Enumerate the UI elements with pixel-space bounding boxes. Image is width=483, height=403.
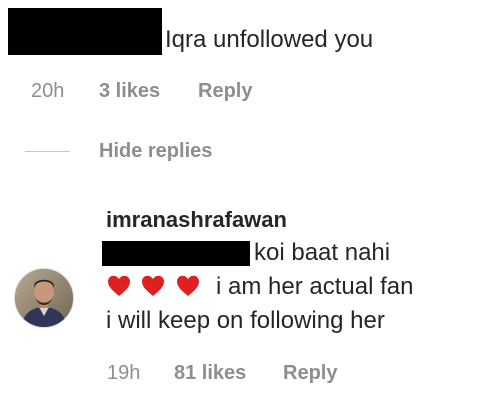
hide-replies-button[interactable]: Hide replies [99, 139, 212, 163]
comment-likes-link[interactable]: 81 likes [174, 361, 246, 385]
comment-line-1: koi baat nahi [254, 239, 391, 266]
comment-line-2: i am her actual fan [216, 273, 414, 300]
comment-timestamp: 20h [31, 80, 65, 102]
red-heart-icon [142, 275, 164, 296]
replies-divider [25, 151, 70, 152]
reply-button[interactable]: Reply [283, 361, 337, 385]
comment-likes-link[interactable]: 3 likes [99, 79, 160, 103]
comment-username[interactable]: imranashrafawan [106, 206, 287, 234]
comment-timestamp: 19h [107, 362, 141, 384]
avatar-image [15, 269, 73, 327]
comment-text: Iqra unfollowed you [165, 26, 374, 53]
reply-button[interactable]: Reply [198, 79, 252, 103]
red-heart-icon [177, 275, 199, 296]
red-heart-icon [108, 275, 130, 296]
comment-line-3: i will keep on following her [106, 307, 385, 334]
avatar[interactable] [14, 268, 74, 328]
redacted-username [8, 8, 162, 55]
redacted-mention [102, 241, 250, 266]
